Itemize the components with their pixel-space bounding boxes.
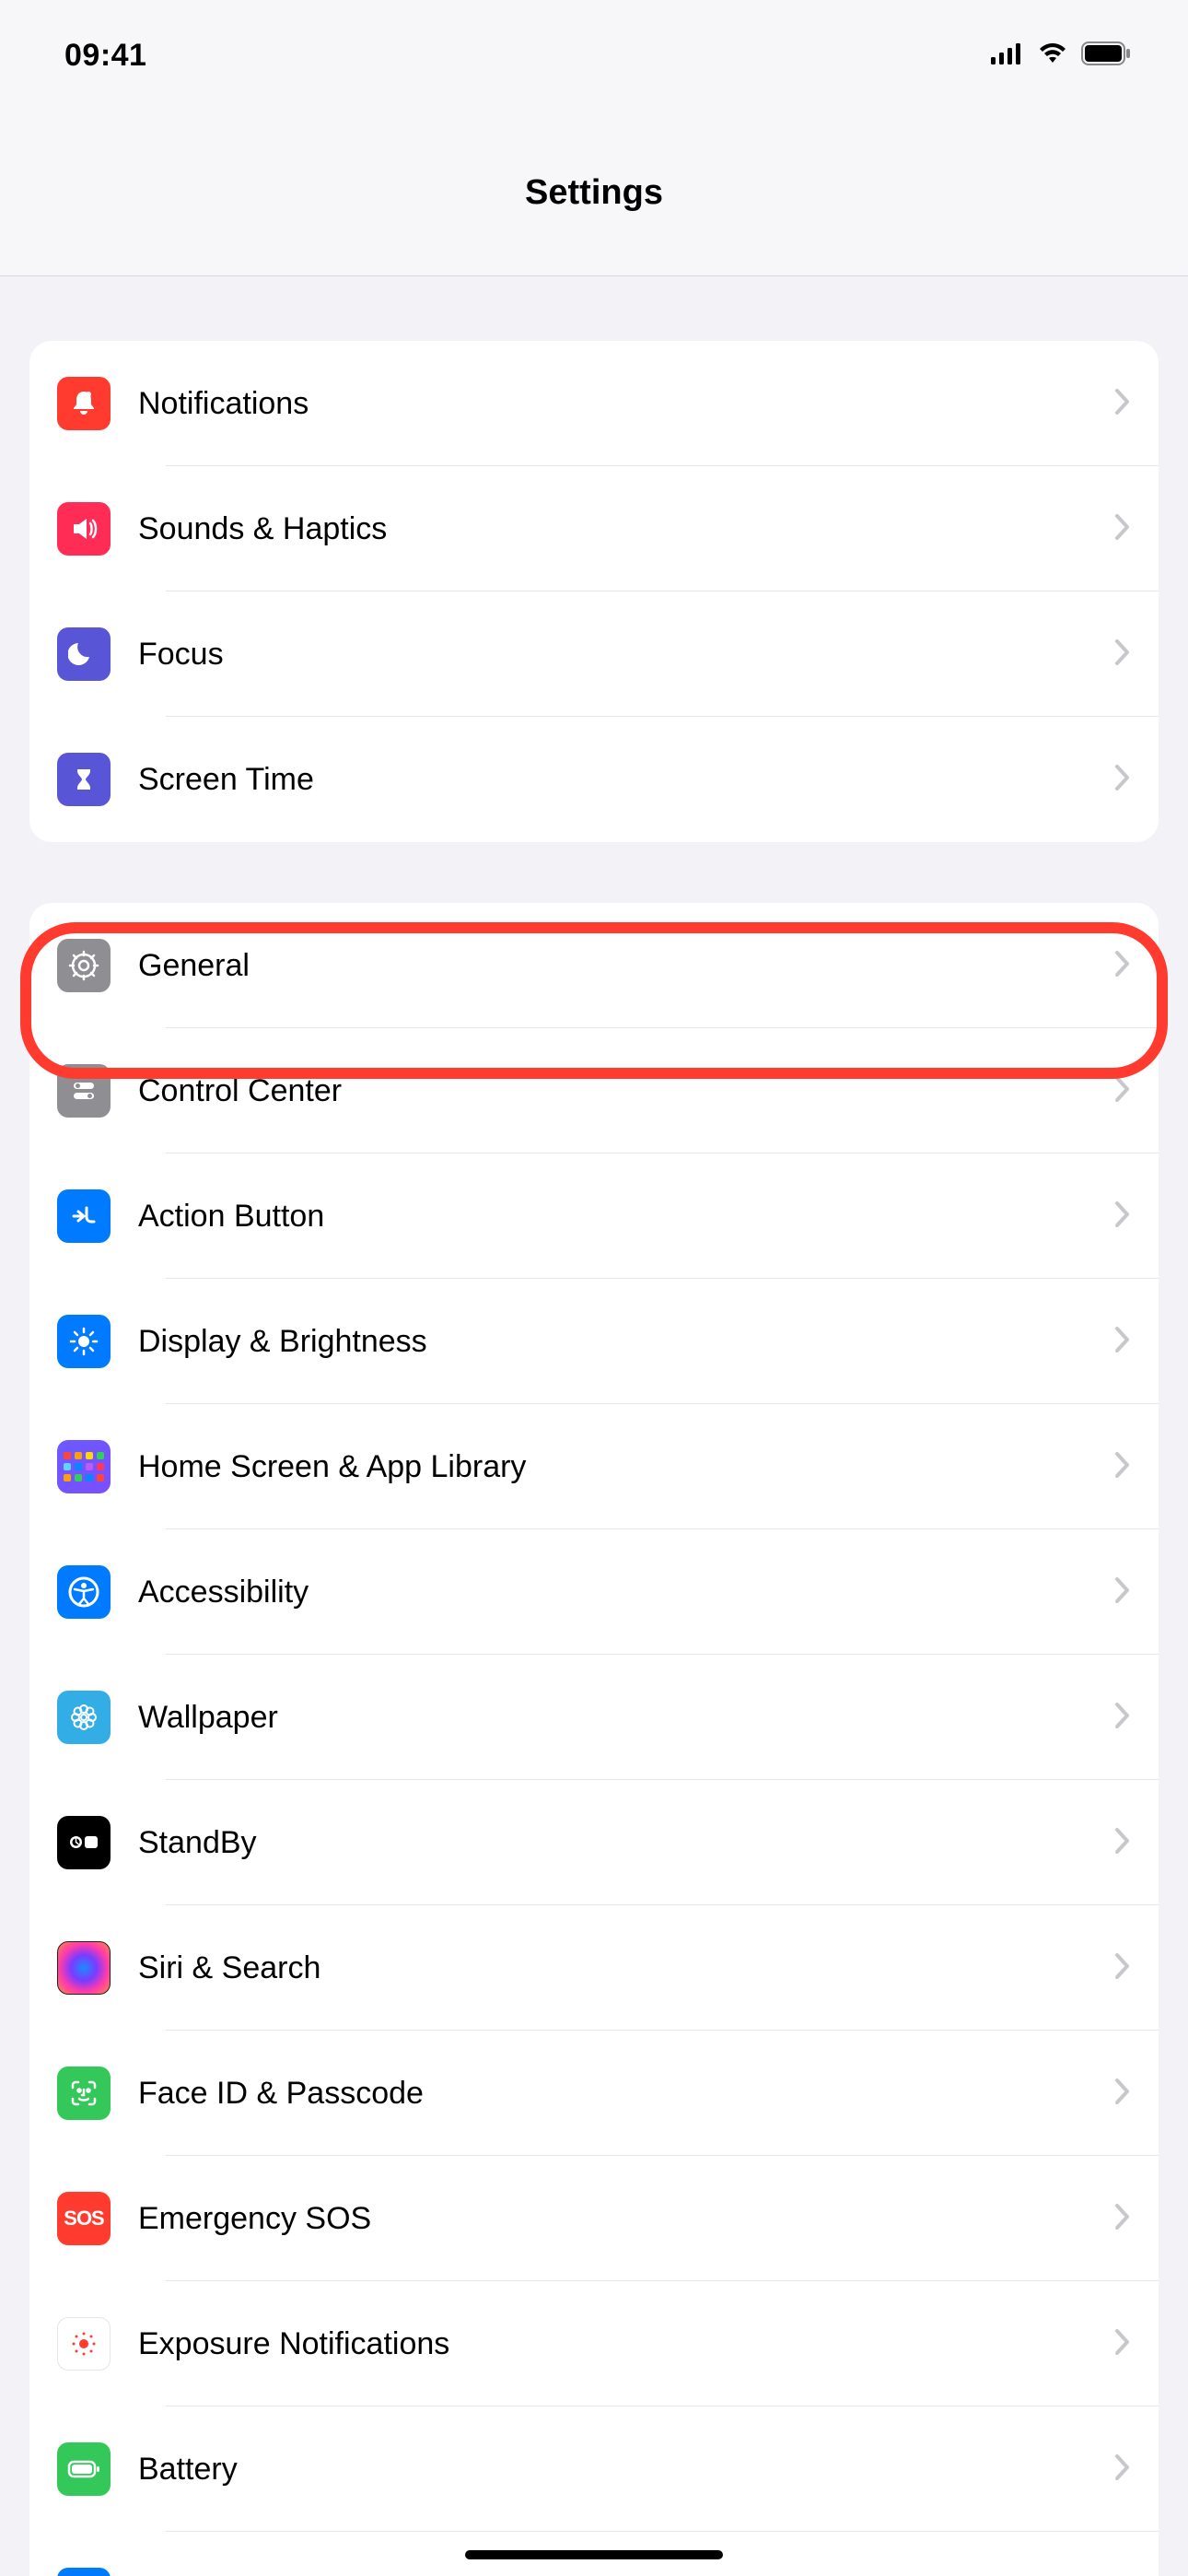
grid-icon [57, 1440, 111, 1493]
bell-icon [57, 377, 111, 430]
settings-row-control-center[interactable]: Control Center [29, 1028, 1159, 1153]
chevron-right-icon [1114, 1075, 1131, 1107]
row-label: Wallpaper [138, 1700, 1114, 1736]
row-label: Home Screen & App Library [138, 1449, 1114, 1485]
speaker-icon [57, 502, 111, 556]
settings-row-wallpaper[interactable]: Wallpaper [29, 1655, 1159, 1780]
chevron-right-icon [1114, 764, 1131, 796]
sun-icon [57, 1315, 111, 1368]
chevron-right-icon [1114, 2328, 1131, 2360]
settings-row-accessibility[interactable]: Accessibility [29, 1529, 1159, 1655]
chevron-right-icon [1114, 2203, 1131, 2235]
row-label: Battery [138, 2452, 1114, 2488]
hourglass-icon [57, 753, 111, 806]
settings-list[interactable]: Notifications Sounds & Haptics Focus S [0, 341, 1188, 2576]
toggles-icon [57, 1064, 111, 1118]
settings-row-battery[interactable]: Battery [29, 2406, 1159, 2532]
settings-row-exposure-notifications[interactable]: Exposure Notifications [29, 2281, 1159, 2406]
header: Settings [0, 111, 1188, 276]
settings-group: Notifications Sounds & Haptics Focus S [29, 341, 1159, 842]
settings-row-emergency-sos[interactable]: SOS Emergency SOS [29, 2156, 1159, 2281]
chevron-right-icon [1114, 638, 1131, 671]
sos-icon: SOS [57, 2192, 111, 2245]
flower-icon [57, 1691, 111, 1744]
settings-row-notifications[interactable]: Notifications [29, 341, 1159, 466]
settings-row-siri-search[interactable]: Siri & Search [29, 1905, 1159, 2031]
hand-icon [57, 2568, 111, 2576]
exposure-icon [57, 2317, 111, 2371]
row-label: Screen Time [138, 762, 1114, 798]
battery-icon [1081, 41, 1133, 70]
settings-row-focus[interactable]: Focus [29, 591, 1159, 717]
chevron-right-icon [1114, 1200, 1131, 1233]
row-label: General [138, 948, 1114, 984]
row-label: Face ID & Passcode [138, 2076, 1114, 2112]
chevron-right-icon [1114, 1702, 1131, 1734]
action-icon [57, 1189, 111, 1243]
person-circle-icon [57, 1565, 111, 1619]
chevron-right-icon [1114, 2078, 1131, 2110]
row-label: Action Button [138, 1199, 1114, 1235]
chevron-right-icon [1114, 1451, 1131, 1483]
chevron-right-icon [1114, 2453, 1131, 2486]
wifi-icon [1037, 42, 1068, 69]
settings-row-home-screen[interactable]: Home Screen & App Library [29, 1404, 1159, 1529]
settings-row-general[interactable]: General [29, 903, 1159, 1028]
moon-icon [57, 627, 111, 681]
chevron-right-icon [1114, 950, 1131, 982]
chevron-right-icon [1114, 388, 1131, 420]
settings-row-face-id[interactable]: Face ID & Passcode [29, 2031, 1159, 2156]
row-label: Exposure Notifications [138, 2326, 1114, 2362]
settings-row-screen-time[interactable]: Screen Time [29, 717, 1159, 842]
status-indicators [991, 41, 1133, 70]
status-time: 09:41 [64, 38, 146, 74]
status-bar: 09:41 [0, 0, 1188, 111]
battery-icon [57, 2442, 111, 2496]
settings-row-display-brightness[interactable]: Display & Brightness [29, 1279, 1159, 1404]
home-indicator[interactable] [465, 2550, 723, 2559]
gear-icon [57, 939, 111, 992]
row-label: Notifications [138, 386, 1114, 422]
standby-icon [57, 1816, 111, 1869]
settings-row-standby[interactable]: StandBy [29, 1780, 1159, 1905]
settings-row-sounds-haptics[interactable]: Sounds & Haptics [29, 466, 1159, 591]
page-title: Settings [525, 173, 663, 213]
chevron-right-icon [1114, 1952, 1131, 1985]
chevron-right-icon [1114, 1326, 1131, 1358]
row-label: StandBy [138, 1825, 1114, 1861]
row-label: Accessibility [138, 1575, 1114, 1610]
settings-group: General Control Center Action Button D [29, 903, 1159, 2576]
faceid-icon [57, 2067, 111, 2120]
settings-row-action-button[interactable]: Action Button [29, 1153, 1159, 1279]
row-label: Emergency SOS [138, 2201, 1114, 2237]
chevron-right-icon [1114, 1576, 1131, 1609]
chevron-right-icon [1114, 513, 1131, 545]
row-label: Display & Brightness [138, 1324, 1114, 1360]
row-label: Control Center [138, 1073, 1114, 1109]
row-label: Focus [138, 637, 1114, 673]
chevron-right-icon [1114, 1827, 1131, 1859]
row-label: Sounds & Haptics [138, 511, 1114, 547]
siri-icon [57, 1941, 111, 1995]
cellular-icon [991, 42, 1024, 69]
row-label: Siri & Search [138, 1950, 1114, 1986]
